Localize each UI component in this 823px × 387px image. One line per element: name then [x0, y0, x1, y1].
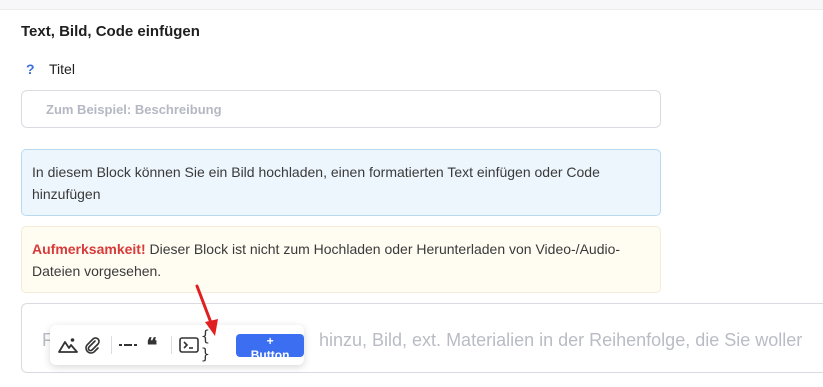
add-button[interactable]: + Button: [236, 333, 304, 362]
section-title: Text, Bild, Code einfügen: [21, 23, 200, 40]
toolbar-separator: [170, 336, 172, 354]
quote-icon[interactable]: ❝: [139, 331, 164, 359]
title-label-row: ? Titel: [26, 60, 75, 78]
annotation-arrow: [195, 284, 218, 336]
help-icon[interactable]: ?: [26, 61, 42, 77]
info-text: In diesem Block können Sie ein Bild hoch…: [32, 164, 600, 202]
image-icon[interactable]: [56, 331, 79, 359]
toolbar-separator: [110, 336, 112, 354]
divider-icon[interactable]: [118, 331, 139, 359]
editor-placeholder-end: hinzu, Bild, ext. Materialien in der Rei…: [319, 330, 803, 350]
title-input[interactable]: [21, 90, 661, 128]
attachment-icon[interactable]: [79, 331, 104, 359]
title-label: Titel: [49, 61, 75, 77]
warning-box: Aufmerksamkeit! Dieser Block ist nicht z…: [21, 226, 661, 293]
insert-toolbar: ❝ { } + Button: [50, 325, 304, 365]
info-box: In diesem Block können Sie ein Bild hoch…: [21, 149, 661, 216]
warning-label: Aufmerksamkeit!: [32, 241, 146, 257]
